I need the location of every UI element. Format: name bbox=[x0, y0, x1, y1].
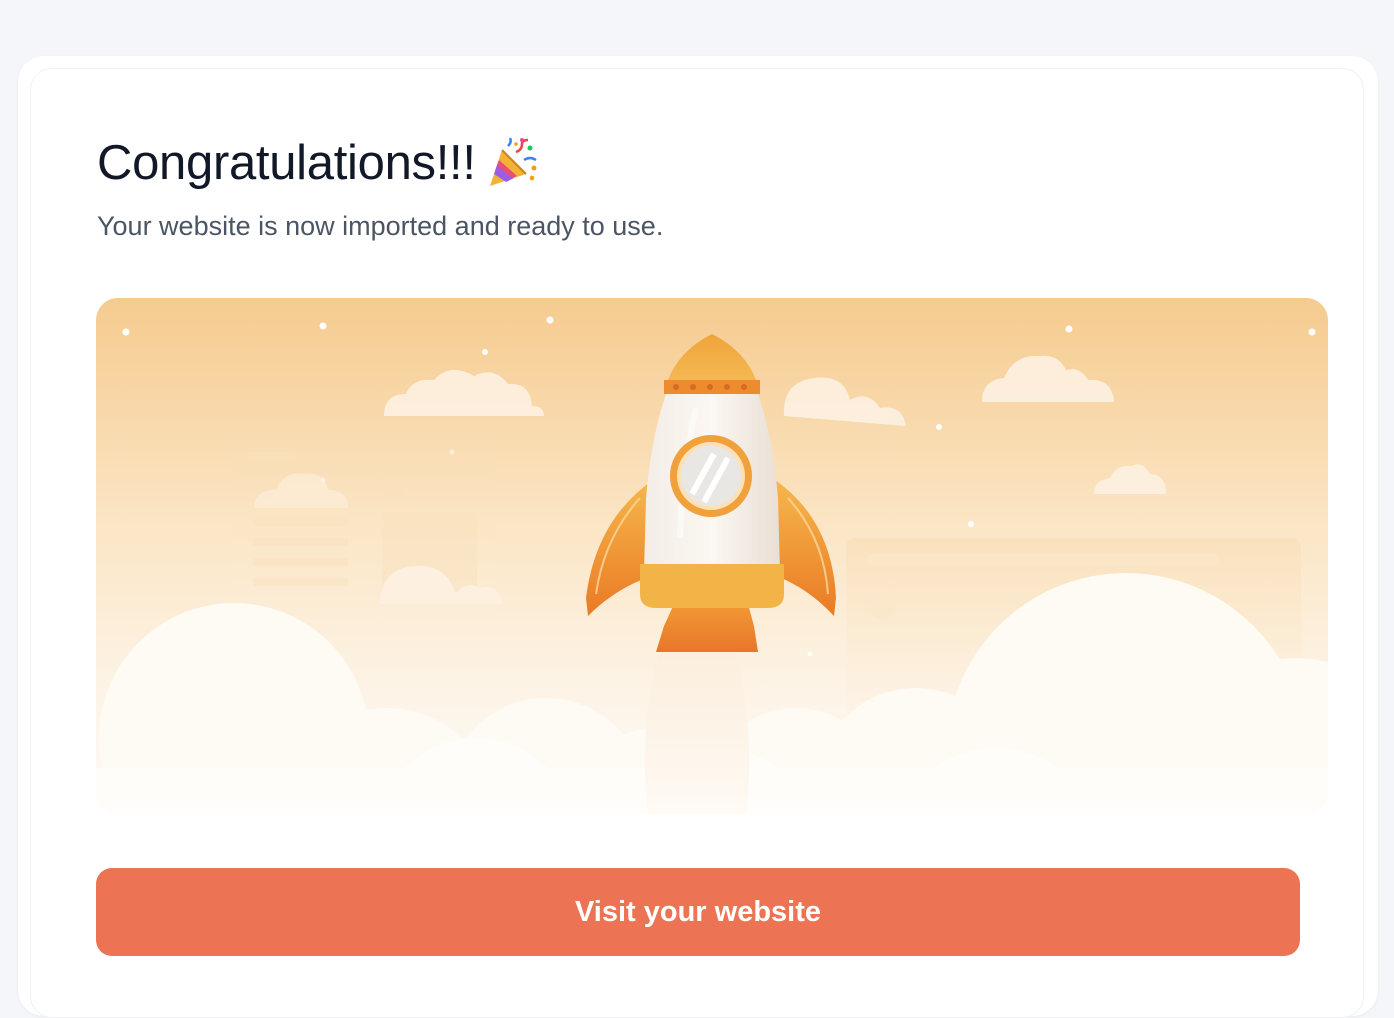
page-title: Congratulations!!! bbox=[97, 135, 540, 191]
heading-text: Congratulations!!! bbox=[97, 136, 476, 190]
party-popper-icon bbox=[486, 136, 540, 190]
rocket-launch-illustration bbox=[96, 298, 1328, 814]
success-card: Congratulations!!! Your website is now i… bbox=[30, 68, 1364, 1018]
outer-card: Congratulations!!! Your website is now i… bbox=[18, 56, 1378, 1018]
subtitle: Your website is now imported and ready t… bbox=[97, 211, 664, 241]
visit-website-button[interactable]: Visit your website bbox=[96, 868, 1300, 956]
